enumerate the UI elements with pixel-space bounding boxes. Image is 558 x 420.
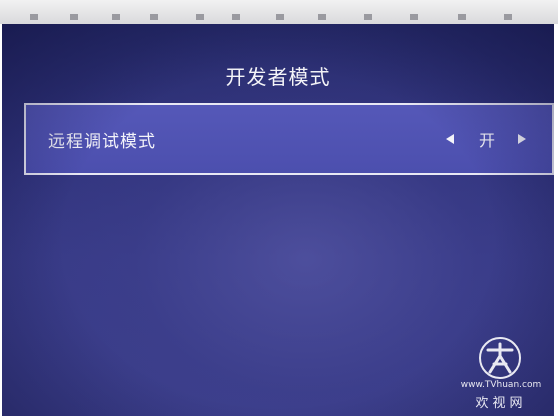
bezel-marker — [318, 14, 326, 20]
bezel-marker — [364, 14, 372, 20]
watermark: www.TVhuan.com 欢视网 — [456, 336, 546, 412]
page-title: 开发者模式 — [225, 65, 331, 89]
bezel-marker — [410, 14, 418, 20]
tv-bezel-top — [0, 0, 558, 24]
watermark-name: 欢视网 — [475, 396, 527, 411]
menu-item-remote-debug-mode[interactable]: 远程调试模式 开 — [24, 103, 554, 175]
bezel-marker — [232, 14, 240, 20]
triangle-right-icon[interactable] — [518, 134, 526, 144]
triangle-left-icon[interactable] — [446, 134, 454, 144]
bezel-marker — [30, 14, 38, 20]
bezel-marker — [458, 14, 466, 20]
watermark-url: www.TVhuan.com — [460, 380, 542, 390]
bezel-marker — [112, 14, 120, 20]
bezel-marker — [150, 14, 158, 20]
bezel-marker — [504, 14, 512, 20]
photo-frame: 开发者模式 远程调试模式 开 www.TVhuan.com 欢视网 — [0, 0, 558, 420]
bezel-marker — [276, 14, 284, 20]
menu-item-value: 开 — [478, 131, 495, 150]
menu-item-label: 远程调试模式 — [48, 132, 156, 152]
tvhuan-logo-icon — [479, 337, 521, 379]
bezel-marker — [70, 14, 78, 20]
bezel-marker — [196, 14, 204, 20]
